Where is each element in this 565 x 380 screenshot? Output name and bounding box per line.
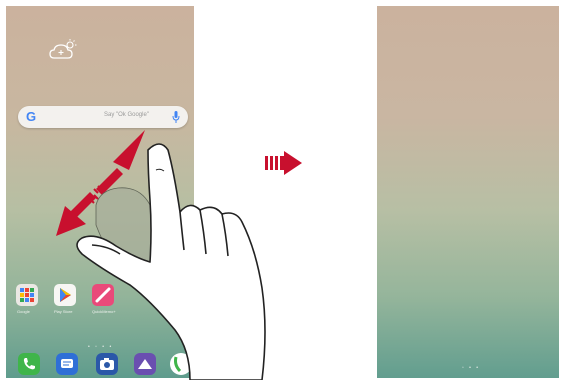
search-hint-text: Say "Ok Google" (104, 112, 149, 118)
transition-arrow-icon (265, 151, 302, 175)
camera-icon (100, 358, 114, 370)
messages-icon (61, 359, 73, 368)
gallery-app[interactable] (134, 353, 156, 375)
messages-app[interactable] (56, 353, 78, 375)
microphone-icon[interactable] (172, 110, 180, 124)
page-indicator: ▫ • • (462, 365, 481, 371)
app-row: Google Play Store QuickMemo+ (16, 284, 194, 314)
play-store-icon (60, 288, 71, 302)
google-search-bar[interactable]: G Say "Ok Google" (18, 106, 188, 128)
camera-app[interactable] (96, 353, 118, 375)
phone-partial-icon (174, 356, 182, 373)
quickmemo-app[interactable] (92, 284, 114, 306)
app-label: QuickMemo+ (92, 309, 116, 314)
page-indicator: • ▫ • • (88, 344, 114, 350)
google-folder-app[interactable] (16, 284, 38, 306)
gallery-icon (138, 359, 152, 369)
dock (14, 353, 194, 378)
google-logo-icon: G (26, 109, 37, 124)
home-screen-before: G Say "Ok Google" Google Play Store Quic… (6, 6, 194, 378)
home-screen-after: ▫ • • (377, 6, 559, 378)
app-label: Google (17, 309, 30, 314)
partial-app[interactable] (170, 353, 192, 375)
phone-app[interactable] (18, 353, 40, 375)
weather-cloud-sun-icon[interactable] (48, 38, 78, 64)
pen-icon (95, 287, 111, 303)
play-store-app[interactable] (54, 284, 76, 306)
phone-icon (23, 358, 35, 370)
app-label: Play Store (54, 309, 73, 314)
folder-grid-icon (20, 288, 34, 302)
